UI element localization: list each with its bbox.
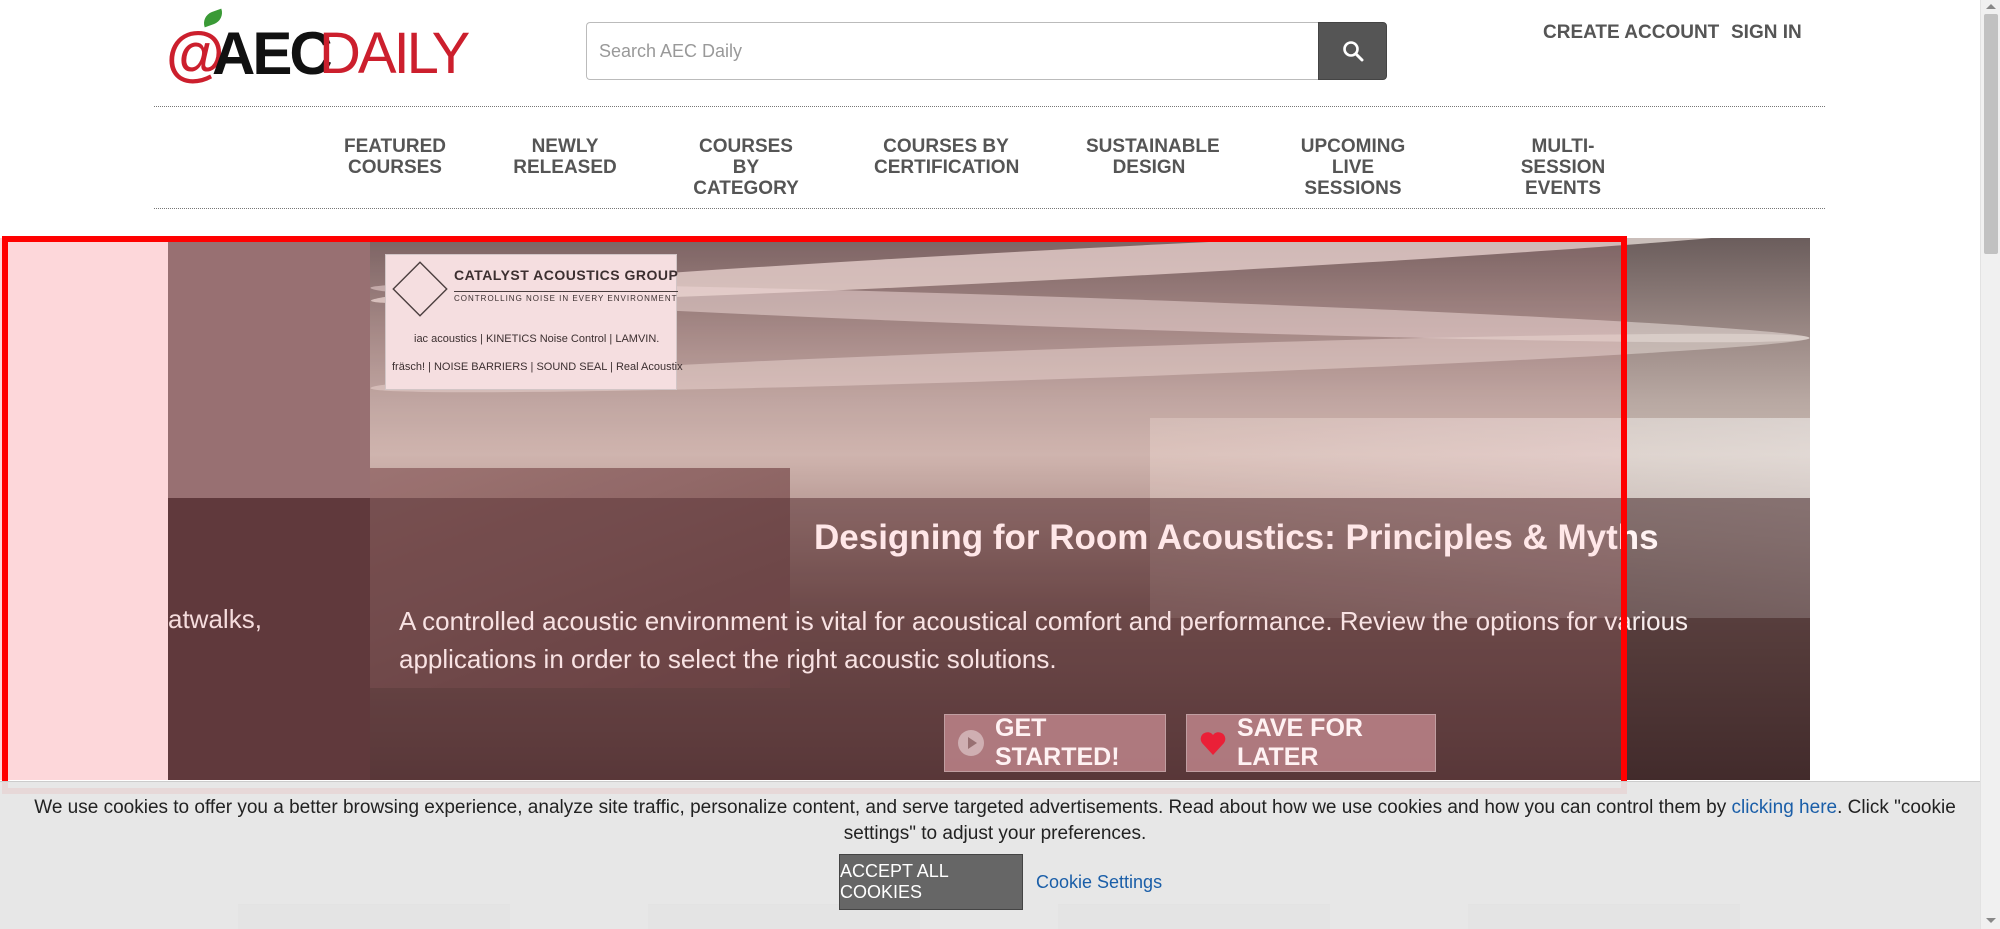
nav-label: COURSES xyxy=(348,157,442,178)
nav-multi-session-events[interactable]: MULTI-SESSION EVENTS xyxy=(1492,136,1634,199)
header-divider xyxy=(154,106,1825,107)
nav-newly-released[interactable]: NEWLY RELEASED xyxy=(512,136,618,178)
page-scrollbar[interactable] xyxy=(1980,0,2000,929)
nav-label: CATEGORY xyxy=(693,178,799,199)
scroll-up-icon[interactable] xyxy=(1986,4,1996,9)
nav-sustainable-design[interactable]: SUSTAINABLE DESIGN xyxy=(1086,136,1220,178)
logo-daily: DAILY xyxy=(319,21,470,86)
search-button[interactable] xyxy=(1318,22,1387,80)
create-account-link[interactable]: CREATE ACCOUNT xyxy=(1543,22,1719,44)
search-input[interactable] xyxy=(586,22,1320,80)
nav-label: FEATURED xyxy=(343,136,447,157)
scrollbar-thumb[interactable] xyxy=(1984,14,1998,254)
hero-highlight-tint xyxy=(0,238,1627,780)
cookie-banner: We use cookies to offer you a better bro… xyxy=(0,781,1980,929)
nav-label: LIVE SESSIONS xyxy=(1304,157,1402,199)
nav-label: COURSES BY xyxy=(883,136,1009,157)
nav-label: MULTI-SESSION xyxy=(1520,136,1606,178)
cookie-text-before: We use cookies to offer you a better bro… xyxy=(34,797,1732,818)
nav-upcoming-live-sessions[interactable]: UPCOMING LIVE SESSIONS xyxy=(1283,136,1423,199)
nav-label: CERTIFICATION xyxy=(874,157,1020,178)
nav-label: NEWLY xyxy=(531,136,599,157)
aecdaily-logo[interactable]: @ AEC DAILY xyxy=(166,8,470,87)
cookie-message: We use cookies to offer you a better bro… xyxy=(30,795,1960,847)
hero-carousel[interactable]: atwalks, CATALYST ACOUSTICS GROUP CONTRO… xyxy=(0,238,1810,780)
nav-featured-courses[interactable]: FEATURED COURSES xyxy=(340,136,450,178)
nav-label: EVENTS xyxy=(1524,178,1602,199)
accept-all-cookies-button[interactable]: ACCEPT ALL COOKIES xyxy=(839,854,1023,910)
search-icon xyxy=(1342,41,1363,62)
nav-label: SUSTAINABLE xyxy=(1086,136,1220,157)
scroll-down-icon[interactable] xyxy=(1986,918,1996,923)
nav-divider xyxy=(154,208,1825,209)
nav-label: UPCOMING xyxy=(1300,136,1406,157)
logo-aec: AEC xyxy=(212,20,333,87)
cookie-policy-link[interactable]: clicking here xyxy=(1731,797,1837,818)
cookie-settings-link[interactable]: Cookie Settings xyxy=(1036,872,1162,893)
nav-label: DESIGN xyxy=(1112,157,1186,178)
nav-courses-by-certification[interactable]: COURSES BY CERTIFICATION xyxy=(874,136,1020,178)
nav-label: COURSES BY xyxy=(699,136,793,178)
sign-in-link[interactable]: SIGN IN xyxy=(1731,22,1802,44)
nav-courses-by-category[interactable]: COURSES BY CATEGORY xyxy=(684,136,808,199)
nav-label: RELEASED xyxy=(513,157,617,178)
